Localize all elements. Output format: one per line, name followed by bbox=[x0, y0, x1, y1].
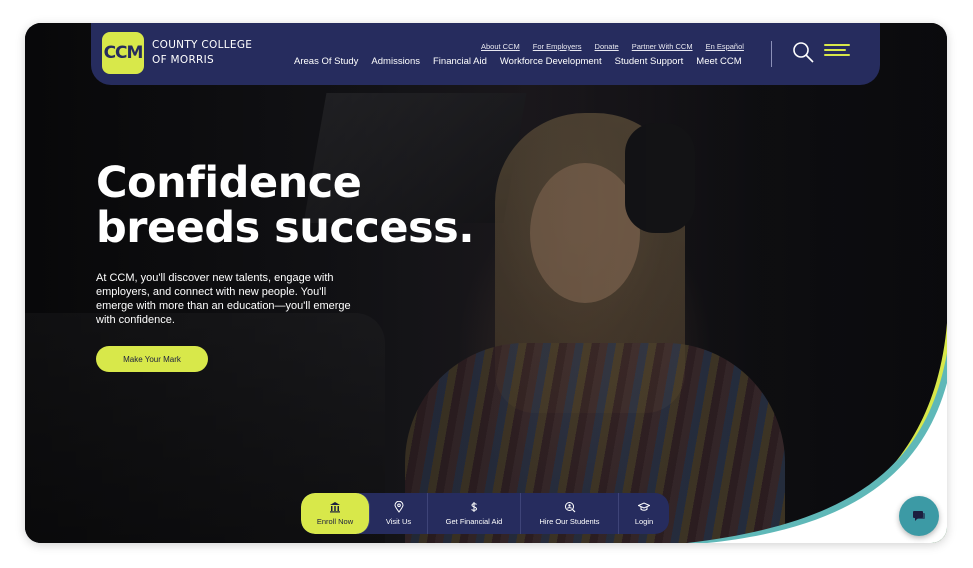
quick-link-enroll-now[interactable]: Enroll Now bbox=[301, 493, 370, 534]
search-icon[interactable] bbox=[791, 40, 815, 64]
logo-line-1: County College bbox=[152, 39, 253, 51]
quick-link-hire-students[interactable]: Hire Our Students bbox=[521, 493, 619, 534]
nav-workforce[interactable]: Workforce Development bbox=[500, 56, 602, 67]
util-link-partner[interactable]: Partner With CCM bbox=[632, 42, 693, 51]
logo-wordmark[interactable]: County College of Morris bbox=[152, 38, 252, 68]
building-icon bbox=[330, 502, 340, 513]
nav-student-support[interactable]: Student Support bbox=[615, 56, 684, 67]
search-person-icon bbox=[564, 502, 575, 513]
util-link-espanol[interactable]: En Español bbox=[706, 42, 744, 51]
chat-icon bbox=[913, 511, 925, 521]
util-link-about[interactable]: About CCM bbox=[481, 42, 520, 51]
chat-button[interactable] bbox=[899, 496, 939, 536]
graduation-cap-icon bbox=[638, 502, 650, 511]
logo-mark: CCM bbox=[103, 43, 144, 63]
quick-links-bar: Enroll Now Visit Us Get Financial Aid Hi… bbox=[301, 493, 669, 534]
util-link-employers[interactable]: For Employers bbox=[533, 42, 582, 51]
quick-link-label: Enroll Now bbox=[316, 517, 354, 526]
ccm-logo[interactable]: CCM bbox=[102, 32, 144, 74]
util-link-donate[interactable]: Donate bbox=[595, 42, 619, 51]
make-your-mark-button[interactable]: Make Your Mark bbox=[96, 346, 208, 372]
dollar-icon bbox=[471, 502, 478, 512]
nav-admissions[interactable]: Admissions bbox=[371, 56, 420, 67]
quick-link-financial-aid[interactable]: Get Financial Aid bbox=[428, 493, 521, 534]
top-navigation: CCM County College of Morris About CCM F… bbox=[91, 23, 880, 85]
quick-link-visit-us[interactable]: Visit Us bbox=[370, 493, 428, 534]
hero-headline: Confidence breeds success. bbox=[96, 161, 496, 251]
hamburger-menu-icon[interactable] bbox=[824, 44, 852, 60]
logo-line-2: of Morris bbox=[152, 54, 215, 66]
nav-meet-ccm[interactable]: Meet CCM bbox=[696, 56, 741, 67]
quick-link-label: Visit Us bbox=[385, 517, 412, 526]
nav-divider bbox=[771, 41, 772, 67]
headline-line-2: breeds success. bbox=[96, 203, 475, 253]
quick-link-label: Get Financial Aid bbox=[445, 517, 503, 526]
nav-financial-aid[interactable]: Financial Aid bbox=[433, 56, 487, 67]
nav-areas-of-study[interactable]: Areas Of Study bbox=[294, 56, 358, 67]
map-pin-icon bbox=[393, 501, 404, 513]
headline-line-1: Confidence bbox=[96, 158, 362, 208]
main-links: Areas Of Study Admissions Financial Aid … bbox=[294, 56, 742, 67]
quick-link-login[interactable]: Login bbox=[619, 493, 669, 534]
hero-intro: At CCM, you'll discover new talents, eng… bbox=[96, 272, 351, 326]
utility-links: About CCM For Employers Donate Partner W… bbox=[481, 42, 744, 51]
quick-link-label: Login bbox=[634, 517, 654, 526]
browser-viewport: CCM County College of Morris About CCM F… bbox=[25, 23, 947, 543]
quick-link-label: Hire Our Students bbox=[539, 517, 600, 526]
